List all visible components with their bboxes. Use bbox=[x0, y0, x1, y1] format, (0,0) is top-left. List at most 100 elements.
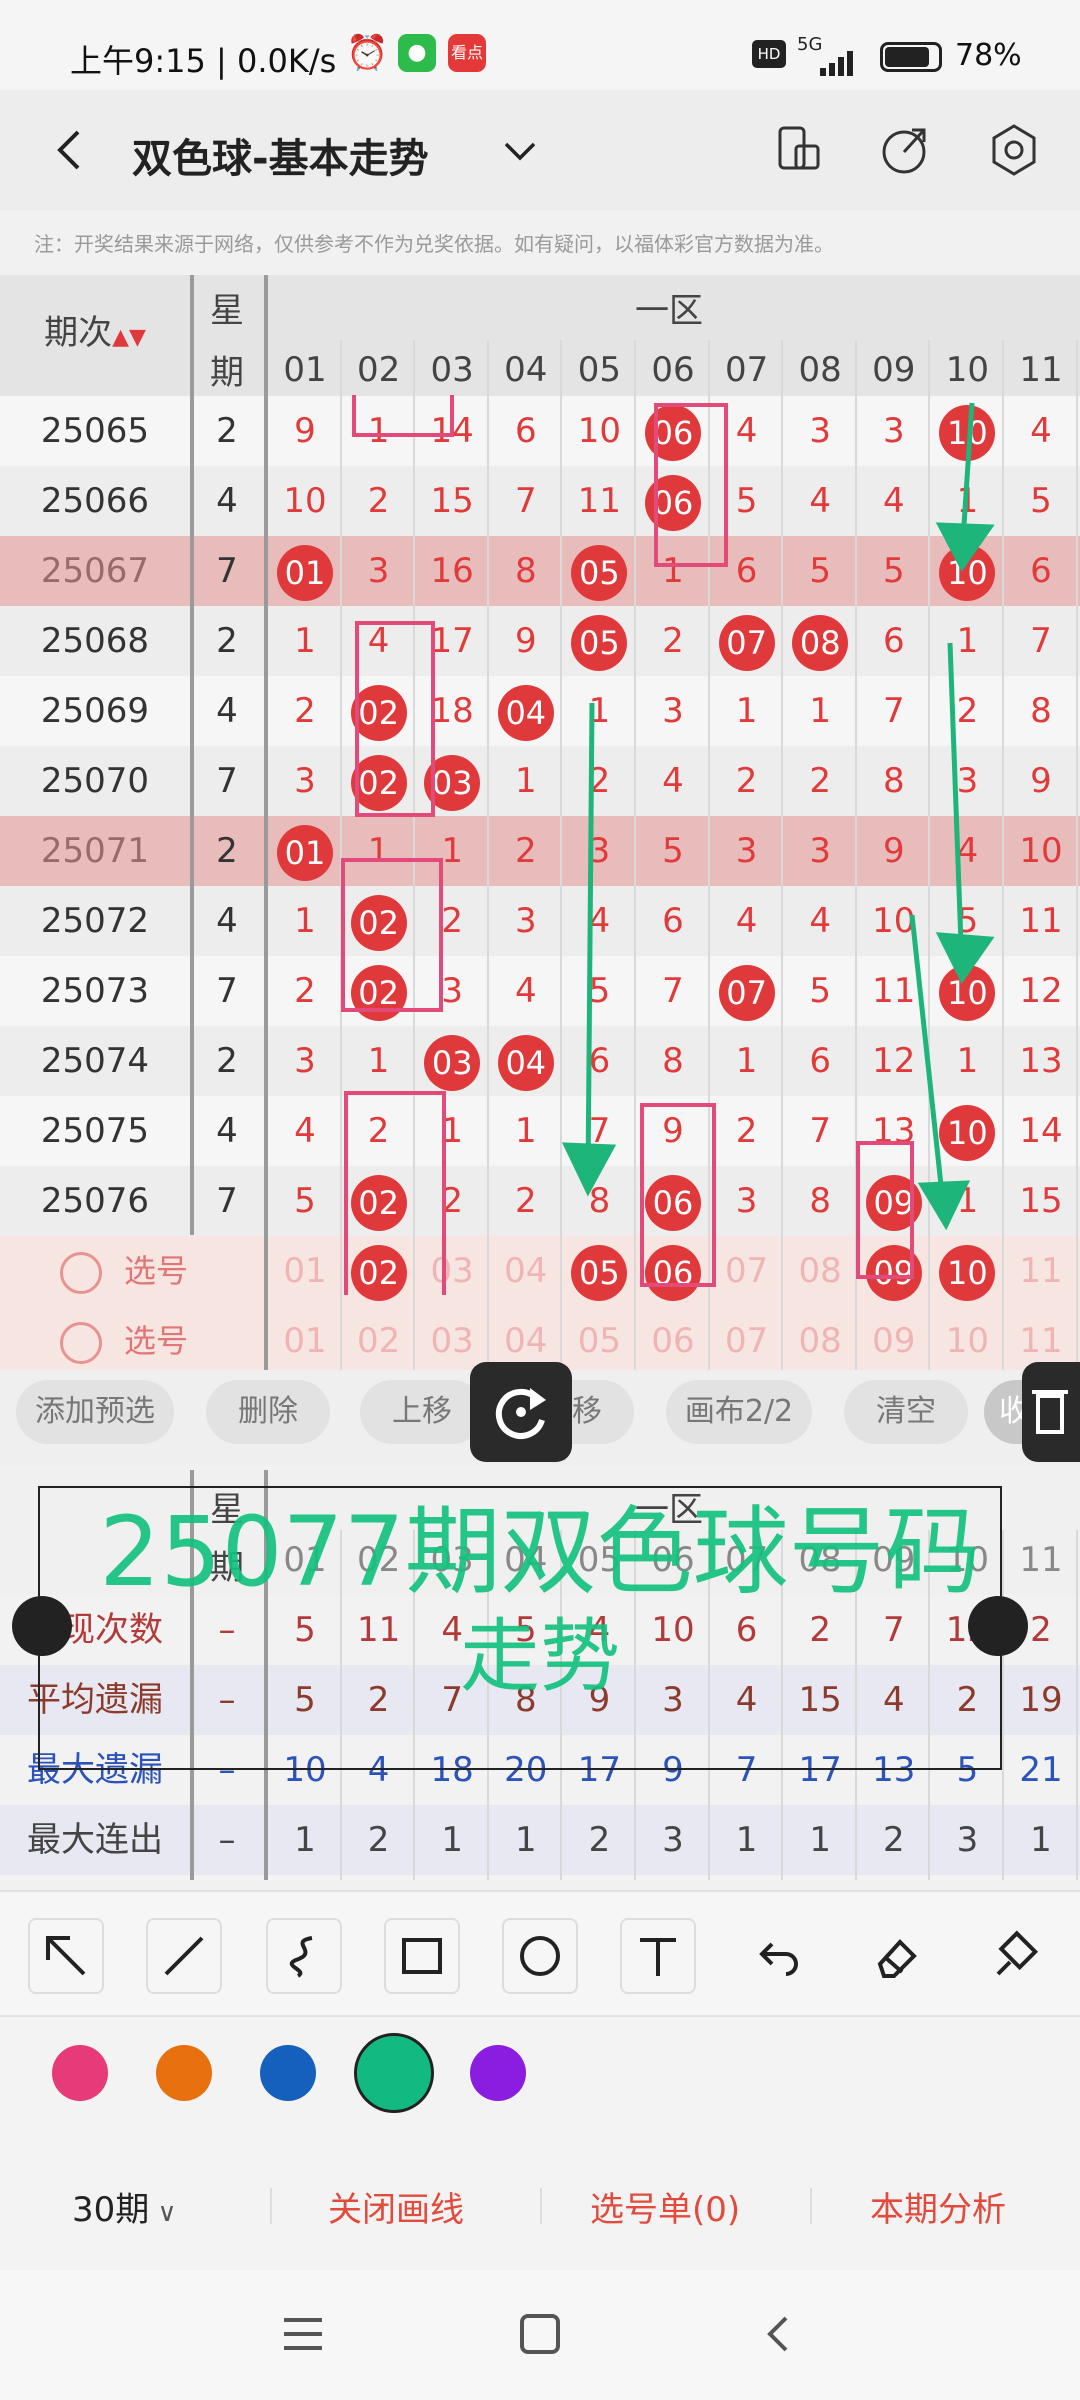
orientation-icon[interactable] bbox=[766, 118, 830, 182]
period-select[interactable]: 30期 ∨ bbox=[72, 2182, 177, 2231]
drawn-rect bbox=[640, 1103, 716, 1287]
add-preselect-button[interactable]: 添加预选 bbox=[16, 1380, 174, 1444]
drawn-rect bbox=[856, 1141, 914, 1279]
arrow-head bbox=[917, 1180, 971, 1231]
select-number[interactable]: 05 bbox=[562, 1306, 636, 1376]
drawn-rect bbox=[341, 858, 443, 1012]
chevron-down-icon[interactable] bbox=[498, 128, 542, 172]
stats-value: 1 bbox=[735, 1820, 758, 1860]
refresh-button[interactable] bbox=[470, 1362, 572, 1462]
clear-brush-icon[interactable] bbox=[978, 1920, 1050, 1992]
canvas-page-button[interactable]: 画布2/2 bbox=[666, 1380, 812, 1444]
select-number[interactable]: 08 bbox=[783, 1306, 857, 1376]
color-swatch-green-selected[interactable] bbox=[354, 2033, 434, 2113]
stats-value: 2 bbox=[588, 1820, 611, 1860]
freehand-tool-icon[interactable] bbox=[266, 1918, 342, 1994]
line-tool-icon[interactable] bbox=[146, 1918, 222, 1994]
color-swatch-pink[interactable] bbox=[52, 2045, 108, 2101]
arrow-tool-icon[interactable] bbox=[28, 1918, 104, 1994]
select-number[interactable]: 09 bbox=[857, 1306, 931, 1376]
settings-icon[interactable] bbox=[982, 118, 1046, 182]
battery-level: 78% bbox=[955, 38, 1022, 73]
column-header: 01 bbox=[283, 350, 327, 390]
signal-icon bbox=[800, 50, 860, 76]
eraser-icon[interactable] bbox=[860, 1920, 932, 1992]
stats-value: 1 bbox=[294, 1820, 316, 1860]
select-number[interactable]: 01 bbox=[268, 1306, 342, 1376]
column-header: 04 bbox=[504, 350, 548, 390]
column-header: 09 bbox=[872, 350, 916, 390]
stats-week-cell: – bbox=[218, 1820, 236, 1860]
circle-tool-icon[interactable] bbox=[502, 1918, 578, 1994]
annotation-text-line1: 25077期双色球号码 bbox=[99, 1496, 981, 1608]
stats-label: 最大连出 bbox=[27, 1820, 163, 1860]
divider bbox=[540, 2188, 542, 2224]
stats-value: 1 bbox=[1030, 1820, 1052, 1860]
page-title[interactable]: 双色球-基本走势 bbox=[132, 126, 429, 184]
select-number[interactable]: 10 bbox=[930, 1306, 1004, 1376]
chevron-down-icon: ∨ bbox=[149, 2198, 177, 2228]
arrow-head bbox=[561, 1142, 617, 1197]
arrow-head bbox=[935, 932, 995, 984]
drawn-rect bbox=[654, 403, 728, 567]
stats-value: 3 bbox=[956, 1820, 979, 1860]
hd-icon: HD bbox=[752, 40, 786, 68]
app-header: 双色球-基本走势 bbox=[0, 90, 1080, 210]
analysis-button[interactable]: 本期分析 bbox=[870, 2182, 1006, 2231]
undo-icon[interactable] bbox=[742, 1920, 814, 1992]
back-button[interactable] bbox=[38, 118, 102, 182]
system-nav-bar bbox=[0, 2270, 1080, 2400]
stats-value: 1 bbox=[514, 1820, 537, 1860]
back-icon[interactable] bbox=[760, 2314, 800, 2354]
divider bbox=[270, 2188, 272, 2224]
column-header: 07 bbox=[724, 350, 769, 390]
column-header: 10 bbox=[945, 350, 990, 390]
stats-value: 1 bbox=[441, 1820, 463, 1860]
home-icon[interactable] bbox=[520, 2314, 560, 2354]
drawn-arrow bbox=[585, 702, 595, 1180]
stats-value: 3 bbox=[662, 1820, 684, 1860]
select-radio[interactable] bbox=[60, 1322, 102, 1364]
column-header: 05 bbox=[577, 350, 622, 390]
status-bar: 上午9:15 | 0.0K/s ⏰ ● 看点 HD 5G 78% bbox=[0, 0, 1080, 90]
news-app-icon: 看点 bbox=[448, 34, 486, 72]
disclaimer-note: 注：开奖结果来源于网络，仅供参考不作为兑奖依据。如有疑问，以福体彩官方数据为准。 bbox=[34, 232, 834, 256]
stats-value: 21 bbox=[1019, 1750, 1063, 1790]
delete-button[interactable]: 删除 bbox=[206, 1380, 330, 1444]
rectangle-tool-icon[interactable] bbox=[384, 1918, 460, 1994]
bottom-bar: 30期 ∨ 关闭画线 选号单(0) 本期分析 bbox=[0, 2140, 1080, 2270]
drawn-rect bbox=[352, 395, 454, 437]
text-tool-icon[interactable] bbox=[620, 1918, 696, 1994]
drawn-rect bbox=[355, 621, 435, 817]
wechat-icon: ● bbox=[398, 34, 436, 72]
stats-value: 1 bbox=[809, 1820, 831, 1860]
move-up-button[interactable]: 上移 bbox=[360, 1380, 484, 1444]
color-swatch-orange[interactable] bbox=[156, 2045, 212, 2101]
share-icon[interactable] bbox=[872, 118, 936, 182]
clear-button[interactable]: 清空 bbox=[844, 1380, 968, 1444]
menu-icon[interactable] bbox=[280, 2314, 326, 2354]
select-number[interactable]: 06 bbox=[636, 1306, 710, 1376]
week-header-top: 星 bbox=[210, 291, 244, 331]
arrow-head bbox=[935, 522, 995, 572]
column-header-row: 01 02 03 04 05 06 07 08 09 10 11 bbox=[0, 340, 1080, 400]
column-header: 06 bbox=[651, 350, 695, 390]
color-swatch-purple[interactable] bbox=[470, 2045, 526, 2101]
select-number[interactable]: 02 bbox=[342, 1306, 416, 1376]
select-label[interactable]: 选号 bbox=[124, 1306, 188, 1376]
select-number[interactable]: 07 bbox=[710, 1306, 784, 1376]
drawing-layer bbox=[341, 395, 995, 1295]
annotation-text-line2: 走势 bbox=[460, 1610, 620, 1703]
column-header: 03 bbox=[430, 350, 474, 390]
period-select-label: 30期 bbox=[72, 2190, 150, 2230]
drawn-arrow bbox=[947, 642, 965, 972]
drawn-arrow bbox=[909, 914, 947, 1214]
divider bbox=[810, 2188, 812, 2224]
color-swatch-blue[interactable] bbox=[260, 2045, 316, 2101]
stats-value: 2 bbox=[882, 1820, 905, 1860]
trash-icon[interactable] bbox=[1022, 1362, 1080, 1462]
close-line-button[interactable]: 关闭画线 bbox=[328, 2182, 464, 2231]
column-header: 11 bbox=[1019, 350, 1063, 390]
drawn-rect bbox=[344, 1091, 446, 1295]
pick-list-button[interactable]: 选号单(0) bbox=[590, 2182, 740, 2231]
